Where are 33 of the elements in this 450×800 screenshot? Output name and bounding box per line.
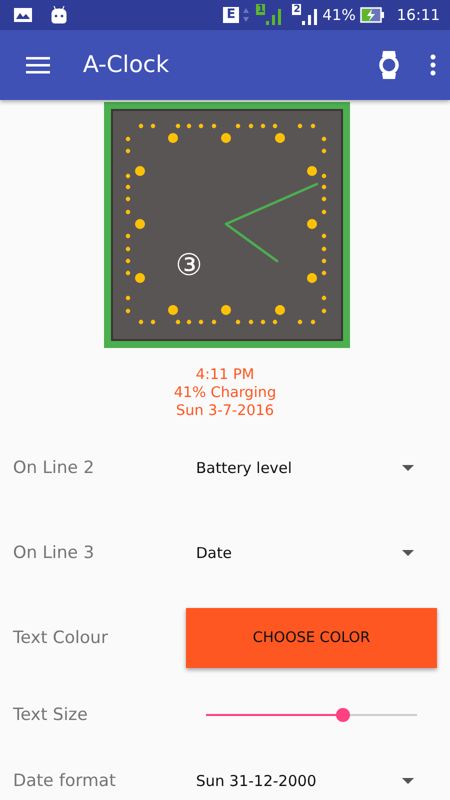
battery-percent: 41% [322,6,356,24]
complication-number: ③ [176,248,202,283]
choose-color-button[interactable]: CHOOSE COLOR [186,608,437,668]
more-options-icon [430,54,436,76]
dropdown-caret-icon [402,550,414,556]
setting-label: Date format [12,771,117,791]
slider-thumb[interactable] [336,708,350,722]
setting-label: On Line 3 [12,542,96,562]
dropdown-value: Battery level [196,458,292,476]
dropdown-field[interactable]: Date [186,536,437,570]
dropdown-field[interactable]: Sun 31-12-2000 [186,764,437,798]
image-icon [13,7,33,23]
android-icon [50,6,68,24]
battery-charging-icon [360,7,385,23]
setting-label: Text Colour [12,628,109,648]
dropdown-caret-icon [402,778,414,784]
dropdown-caret-icon [402,464,414,470]
sim-number: 2 [292,4,302,15]
app-title: A-Clock [83,52,170,78]
dropdown-field[interactable]: Battery level [186,450,437,484]
preview-text: 4:11 PM [196,366,254,384]
preview-text: Sun 3-7-2016 [176,402,274,420]
sim-number: 1 [256,4,266,15]
clock-time: 16:11 [396,6,440,24]
preview-text: 41% Charging [174,384,276,402]
setting-label: On Line 2 [12,458,96,478]
setting-label: Text Size [12,705,89,725]
watch-icon [378,50,400,80]
dropdown-value: Sun 31-12-2000 [196,772,316,790]
network-type-badge: E [222,7,240,23]
data-arrows-icon [242,7,250,23]
menu-icon [26,56,50,74]
dropdown-value: Date [196,544,232,562]
